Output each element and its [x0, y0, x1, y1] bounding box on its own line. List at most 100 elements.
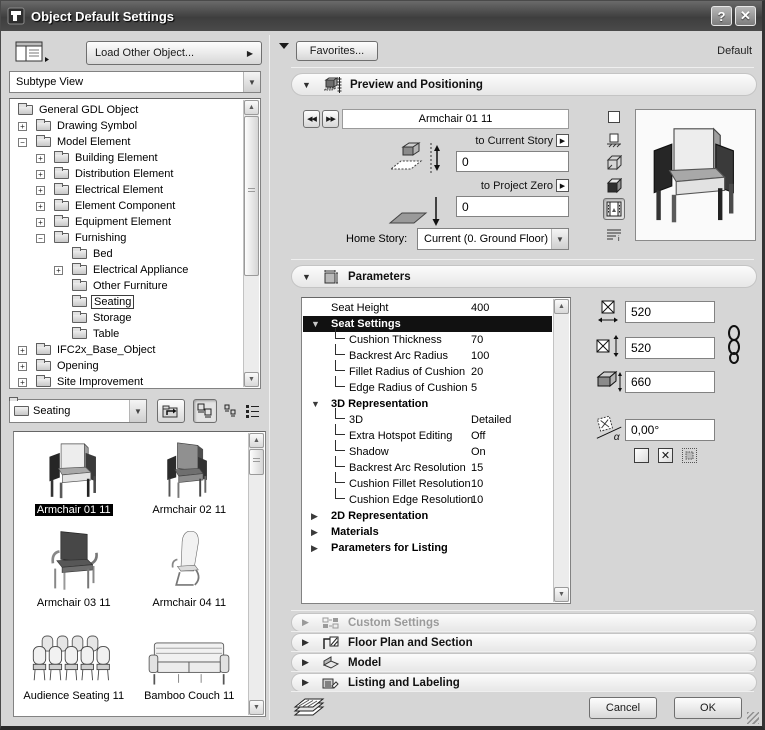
- project-zero-flyout-button[interactable]: ▶: [556, 179, 569, 192]
- collapse-icon[interactable]: −: [36, 234, 45, 243]
- dialog-layout-icon[interactable]: [15, 41, 51, 63]
- param-value[interactable]: 400: [471, 302, 489, 314]
- rotation-angle-input[interactable]: [625, 419, 715, 441]
- view-details-button[interactable]: [241, 399, 265, 423]
- tree-item-label[interactable]: Element Component: [73, 200, 177, 212]
- tree-item-distribution-element[interactable]: +Distribution Element: [12, 166, 242, 182]
- tree-item-element-component[interactable]: + Element Component: [12, 198, 242, 214]
- tree-item-site-improvement[interactable]: +Site Improvement: [12, 374, 242, 390]
- param-value[interactable]: 5: [471, 382, 477, 394]
- close-button[interactable]: ✕: [735, 6, 756, 26]
- tree-item-label[interactable]: Table: [91, 328, 121, 340]
- scroll-up-button[interactable]: ▲: [244, 100, 259, 115]
- param-row-materials[interactable]: ▶Materials: [303, 524, 552, 540]
- expand-icon[interactable]: +: [36, 202, 45, 211]
- tri-collapsed-icon[interactable]: ▶: [311, 511, 318, 522]
- tree-scrollbar[interactable]: ▲ ▼: [243, 100, 259, 387]
- tree-item-label[interactable]: Furnishing: [73, 232, 128, 244]
- view-large-icons-button[interactable]: [193, 399, 217, 423]
- section-model[interactable]: ▶ Model: [291, 653, 757, 672]
- scroll-down-button[interactable]: ▼: [249, 700, 264, 715]
- dimension-depth-input[interactable]: [625, 337, 715, 359]
- tree-item-label[interactable]: Building Element: [73, 152, 160, 164]
- up-one-level-button[interactable]: [157, 399, 185, 423]
- section-floor-plan-and-section[interactable]: ▶ Floor Plan and Section: [291, 633, 757, 652]
- param-value[interactable]: Detailed: [471, 414, 511, 426]
- param-value[interactable]: 70: [471, 334, 483, 346]
- expand-icon[interactable]: +: [18, 122, 27, 131]
- story-flyout-button[interactable]: ▶: [556, 134, 569, 147]
- tree-item-label[interactable]: Electrical Element: [73, 184, 165, 196]
- to-current-story-input[interactable]: [456, 151, 569, 172]
- tree-item-equipment-element[interactable]: +Equipment Element: [12, 214, 242, 230]
- thumbnail-scrollbar[interactable]: ▲ ▼: [248, 433, 264, 715]
- param-value[interactable]: 10: [471, 494, 483, 506]
- tree-item-label[interactable]: Opening: [55, 360, 101, 372]
- library-item-audience-seating-11[interactable]: Audience Seating 11: [16, 622, 132, 714]
- library-item-armchair-04-11[interactable]: Armchair 04 11: [132, 529, 248, 621]
- scroll-up-button[interactable]: ▲: [554, 299, 569, 314]
- scrollbar-thumb[interactable]: [244, 116, 259, 276]
- tree-item-electrical-appliance[interactable]: +Electrical Appliance: [12, 262, 242, 278]
- tri-collapsed-icon[interactable]: ▶: [311, 543, 318, 554]
- tree-item-label[interactable]: IFC2x_Base_Object: [55, 344, 157, 356]
- section-preview-and-positioning[interactable]: ▼ Preview and Positioning: [291, 73, 757, 96]
- expand-icon[interactable]: +: [36, 154, 45, 163]
- param-value[interactable]: 20: [471, 366, 483, 378]
- placement-checkbox-3-dotted[interactable]: [682, 448, 697, 463]
- to-project-zero-input[interactable]: [456, 196, 569, 217]
- library-item-armchair-01-11[interactable]: Armchair 01 11: [16, 436, 132, 528]
- tree-item-seating[interactable]: Seating: [12, 294, 242, 310]
- tree-item-label[interactable]: Drawing Symbol: [55, 120, 139, 132]
- tree-item-label[interactable]: Electrical Appliance: [91, 264, 190, 276]
- preview-mode-3d-shaded[interactable]: [603, 176, 625, 196]
- tri-collapsed-icon[interactable]: ▶: [311, 527, 318, 538]
- tree-item-bed[interactable]: Bed: [12, 246, 242, 262]
- section-listing-and-labeling[interactable]: ▶ Listing and Labeling: [291, 673, 757, 692]
- param-row-parameters-for-listing[interactable]: ▶Parameters for Listing: [303, 540, 552, 556]
- tri-expanded-icon[interactable]: ▼: [311, 319, 320, 329]
- home-story-select[interactable]: Current (0. Ground Floor) ▼: [417, 228, 569, 250]
- tree-item-building-element[interactable]: + Building Element: [12, 150, 242, 166]
- tree-item-opening[interactable]: + Opening: [12, 358, 242, 374]
- preview-mode-front-view[interactable]: [603, 130, 625, 150]
- previous-object-button[interactable]: ◀◀: [303, 110, 320, 128]
- param-row-cushion-edge-resolution[interactable]: Cushion Edge Resolution10: [303, 492, 552, 508]
- param-row-2d-representation[interactable]: ▶2D Representation: [303, 508, 552, 524]
- help-button[interactable]: ?: [711, 6, 732, 26]
- param-value[interactable]: Off: [471, 430, 485, 442]
- tri-expanded-icon[interactable]: ▼: [311, 399, 320, 409]
- library-item-armchair-03-11[interactable]: Armchair 03 11: [16, 529, 132, 621]
- scroll-down-button[interactable]: ▼: [244, 372, 259, 387]
- scrollbar-thumb[interactable]: [249, 449, 264, 475]
- param-value[interactable]: 100: [471, 350, 489, 362]
- cancel-button[interactable]: Cancel: [589, 697, 657, 719]
- collapse-icon[interactable]: −: [18, 138, 27, 147]
- tree-item-label[interactable]: Other Furniture: [91, 280, 170, 292]
- tree-item-ifc2x-base-object[interactable]: + IFC2x_Base_Object: [12, 342, 242, 358]
- expand-icon[interactable]: +: [18, 346, 27, 355]
- preview-mode-3d-wireframe[interactable]: [603, 153, 625, 173]
- placement-checkbox-1[interactable]: [634, 448, 649, 463]
- layers-icon[interactable]: [293, 695, 325, 719]
- scroll-up-button[interactable]: ▲: [249, 433, 264, 448]
- preview-mode-description[interactable]: i: [603, 225, 625, 245]
- param-value[interactable]: 10: [471, 478, 483, 490]
- tree-item-furnishing[interactable]: − Furnishing: [12, 230, 242, 246]
- expand-icon[interactable]: +: [36, 218, 45, 227]
- expand-icon[interactable]: +: [18, 362, 27, 371]
- dimension-width-input[interactable]: [625, 301, 715, 323]
- chain-link-icon[interactable]: [725, 325, 743, 365]
- placement-checkbox-2-checked[interactable]: ✕: [658, 448, 673, 463]
- next-object-button[interactable]: ▶▶: [322, 110, 339, 128]
- dimension-height-input[interactable]: [625, 371, 715, 393]
- preview-mode-2d-symbol[interactable]: [603, 107, 625, 127]
- favorites-button[interactable]: Favorites...: [296, 41, 378, 61]
- preview-mode-preview-picture[interactable]: [603, 198, 625, 220]
- resize-grip[interactable]: [747, 712, 759, 724]
- param-row-seat-height[interactable]: Seat Height400: [303, 300, 552, 316]
- tree-item-storage[interactable]: Storage: [12, 310, 242, 326]
- param-value[interactable]: On: [471, 446, 486, 458]
- subtype-view-select[interactable]: Subtype View ▼: [9, 71, 261, 93]
- expand-icon[interactable]: +: [18, 378, 27, 387]
